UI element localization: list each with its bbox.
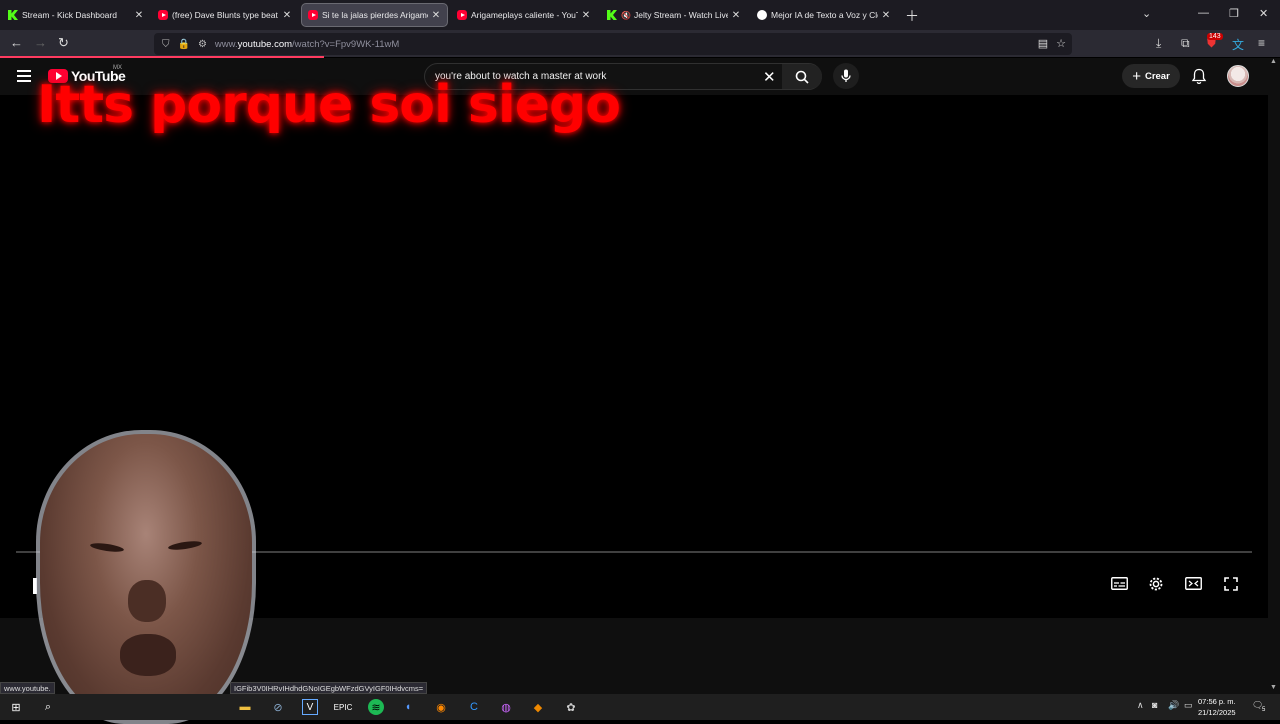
youtube-icon bbox=[457, 10, 467, 20]
reader-view-icon[interactable]: ▤ bbox=[1038, 37, 1048, 50]
tab-dave-blunts[interactable]: (free) Dave Blunts type beat 2025 ✕ bbox=[152, 3, 298, 27]
browser-tab-strip: Stream - Kick Dashboard ✕ (free) Dave Bl… bbox=[0, 0, 1280, 30]
browser-navigation-bar: ← → ↻ ⛉ 🔒 ⚙ www.youtube.com/watch?v=Fpv9… bbox=[0, 30, 1280, 57]
kick-icon bbox=[607, 10, 617, 20]
translate-extension-icon[interactable]: 文 bbox=[1232, 36, 1244, 53]
download-icon[interactable]: ⤓ bbox=[1156, 36, 1161, 51]
hamburger-menu-icon[interactable] bbox=[17, 70, 31, 82]
epic-games-icon[interactable]: EPIC bbox=[334, 699, 353, 715]
reload-icon[interactable]: ↻ bbox=[58, 35, 69, 51]
vegas-icon[interactable]: V bbox=[302, 699, 318, 715]
status-link-url: www.youtube. bbox=[0, 682, 55, 694]
voice-search-button[interactable] bbox=[833, 63, 859, 89]
clock-time: 07:56 p. m. bbox=[1198, 697, 1236, 706]
show-hidden-icons-chevron-icon[interactable]: ∧ bbox=[1137, 700, 1144, 711]
clock-date: 21/12/2025 bbox=[1198, 708, 1236, 717]
page-scrollbar[interactable]: ▲ ▼ bbox=[1268, 58, 1280, 698]
restore-icon[interactable]: ❐ bbox=[1229, 7, 1239, 20]
subtitles-icon[interactable] bbox=[1111, 577, 1128, 590]
search-icon bbox=[795, 70, 809, 84]
permissions-icon[interactable]: ⚙ bbox=[198, 39, 207, 50]
file-explorer-icon[interactable]: ▬ bbox=[237, 699, 253, 715]
notification-count: 5 bbox=[1262, 707, 1266, 713]
steam-icon[interactable]: ⊘ bbox=[270, 699, 286, 715]
youtube-icon bbox=[308, 10, 318, 20]
minimize-icon[interactable]: — bbox=[1198, 7, 1209, 19]
bookmark-star-icon[interactable]: ☆ bbox=[1056, 37, 1066, 50]
status-link-url-tail: IGFib3V0IHRvIHdhdGNoIGEgbWFzdGVyIGF0IHdv… bbox=[230, 682, 428, 694]
tab-title: Si te la jalas pierdes Arigameplays bbox=[322, 10, 428, 20]
tab-close-icon[interactable]: ✕ bbox=[431, 10, 441, 21]
url-text[interactable]: www.youtube.com/watch?v=Fpv9WK-11wM bbox=[215, 39, 399, 50]
clear-search-icon[interactable]: ✕ bbox=[763, 68, 776, 86]
extension-badge: 143 bbox=[1207, 33, 1223, 40]
tab-title: (free) Dave Blunts type beat 2025 bbox=[172, 10, 279, 20]
plus-icon: + bbox=[1132, 67, 1141, 85]
tab-kick-dashboard[interactable]: Stream - Kick Dashboard ✕ bbox=[2, 3, 150, 27]
discord-tray-icon[interactable]: ◙ bbox=[1152, 700, 1157, 710]
tab-close-icon[interactable]: ✕ bbox=[282, 10, 292, 21]
scroll-down-arrow-icon[interactable]: ▼ bbox=[1270, 684, 1277, 691]
tab-title: Stream - Kick Dashboard bbox=[22, 10, 117, 20]
scroll-up-arrow-icon[interactable]: ▲ bbox=[1270, 58, 1277, 65]
system-clock[interactable]: 07:56 p. m. 21/12/2025 bbox=[1198, 696, 1236, 718]
back-arrow-icon[interactable]: ← bbox=[10, 35, 23, 50]
tab-ia-texto-voz[interactable]: Mejor IA de Texto a Voz y Clonación ✕ bbox=[751, 3, 897, 27]
lock-icon[interactable]: 🔒 bbox=[178, 39, 190, 50]
webcam-overlay-face bbox=[36, 430, 256, 724]
app-icon[interactable]: ✿ bbox=[563, 699, 579, 715]
notifications-bell-icon[interactable] bbox=[1191, 68, 1207, 85]
microphone-icon bbox=[841, 69, 851, 82]
tab-arigameplays[interactable]: Arigameplays caliente - YouTube ✕ bbox=[451, 3, 597, 27]
tab-title: Mejor IA de Texto a Voz y Clonación bbox=[771, 10, 878, 20]
menu-icon[interactable]: ≡ bbox=[1258, 36, 1265, 50]
kick-icon bbox=[8, 10, 18, 20]
settings-gear-icon[interactable] bbox=[1148, 576, 1164, 592]
list-all-tabs-chevron-icon[interactable]: ⌄ bbox=[1142, 7, 1151, 20]
forward-arrow-icon[interactable]: → bbox=[34, 35, 47, 50]
fl-studio-icon[interactable]: ◆ bbox=[530, 699, 546, 715]
tab-close-icon[interactable]: ✕ bbox=[881, 10, 891, 21]
spotify-icon[interactable]: ≋ bbox=[368, 699, 384, 715]
network-icon[interactable]: ▭ bbox=[1184, 700, 1193, 711]
search-icon[interactable]: ⌕ bbox=[40, 699, 56, 715]
theater-mode-icon[interactable] bbox=[1185, 577, 1202, 590]
volume-icon[interactable]: 🔊 bbox=[1168, 700, 1179, 711]
account-avatar[interactable] bbox=[1227, 65, 1249, 87]
create-button[interactable]: + Crear bbox=[1122, 64, 1180, 88]
new-tab-button[interactable]: ＋ bbox=[905, 6, 919, 26]
site-icon bbox=[757, 10, 767, 20]
tab-title: Arigameplays caliente - YouTube bbox=[471, 10, 578, 20]
windows-taskbar: ⊞ ⌕ ▬ ⊘ V EPIC ≋ ◖ ◉ C ◍ ◆ ✿ ∧ ◙ 🔊 ▭ 07:… bbox=[0, 694, 1280, 720]
speaker-muted-icon[interactable]: 🔇 bbox=[621, 11, 631, 20]
windows-start-icon[interactable]: ⊞ bbox=[8, 699, 24, 715]
tab-si-te-la-jalas[interactable]: Si te la jalas pierdes Arigameplays ✕ bbox=[301, 3, 448, 27]
youtube-icon bbox=[158, 10, 168, 20]
address-bar[interactable]: ⛉ 🔒 ⚙ www.youtube.com/watch?v=Fpv9WK-11w… bbox=[154, 33, 1072, 55]
country-code: MX bbox=[113, 65, 122, 71]
tab-close-icon[interactable]: ✕ bbox=[134, 10, 144, 21]
obs-icon[interactable]: ◍ bbox=[498, 699, 514, 715]
capcut-icon[interactable]: C bbox=[466, 699, 482, 715]
video-caption-text: Itts porque soi siego bbox=[37, 75, 621, 135]
close-window-icon[interactable]: ✕ bbox=[1259, 7, 1268, 20]
fullscreen-icon[interactable] bbox=[1224, 577, 1238, 591]
tab-jelty-stream[interactable]: 🔇 Jelty Stream - Watch Live on Kick ✕ bbox=[601, 3, 747, 27]
tab-close-icon[interactable]: ✕ bbox=[581, 10, 591, 21]
blender-icon[interactable]: ◉ bbox=[433, 699, 449, 715]
search-button[interactable] bbox=[782, 64, 822, 89]
tab-title: Jelty Stream - Watch Live on Kick bbox=[633, 10, 728, 20]
create-label: Crear bbox=[1144, 70, 1170, 82]
audacity-icon[interactable]: ◖ bbox=[400, 699, 416, 715]
extensions-icon[interactable]: ⧉ bbox=[1181, 36, 1190, 51]
tab-close-icon[interactable]: ✕ bbox=[731, 10, 741, 21]
shield-icon[interactable]: ⛉ bbox=[162, 39, 170, 50]
